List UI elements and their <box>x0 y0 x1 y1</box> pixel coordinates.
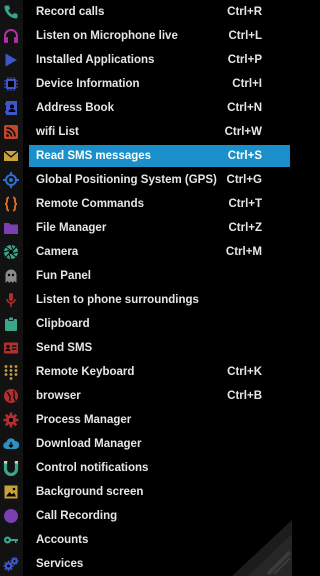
contact-card-icon <box>3 340 19 356</box>
menu-item-background-screen[interactable]: Background screen <box>0 480 292 504</box>
menu-item-shortcut: Ctrl+L <box>228 30 262 42</box>
menu-item-shortcut: Ctrl+N <box>227 102 262 114</box>
menu-item-label: Call Recording <box>36 510 118 522</box>
rss-icon <box>3 124 19 140</box>
menu-item-send-sms[interactable]: Send SMS <box>0 336 292 360</box>
chip-icon <box>3 76 19 92</box>
menu-item-listen-surroundings[interactable]: Listen to phone surroundings <box>0 288 292 312</box>
menu-item-label: Device Information <box>36 78 140 90</box>
menu-item-clipboard[interactable]: Clipboard <box>0 312 292 336</box>
key-icon <box>3 532 19 548</box>
menu-item-address-book[interactable]: Address Book Ctrl+N <box>0 96 292 120</box>
menu-item-file-manager[interactable]: File Manager Ctrl+Z <box>0 216 292 240</box>
circle-icon <box>3 508 19 524</box>
menu-item-fun-panel[interactable]: Fun Panel <box>0 264 292 288</box>
menu-item-control-notifications[interactable]: Control notifications <box>0 456 292 480</box>
headphones-icon <box>3 28 19 44</box>
menu-item-label: Camera <box>36 246 79 258</box>
menu-item-shortcut: Ctrl+K <box>227 366 262 378</box>
context-menu: Record calls Ctrl+R Listen on Microphone… <box>0 0 292 576</box>
menu-item-label: Listen on Microphone live <box>36 30 178 42</box>
menu-item-label: Process Manager <box>36 414 132 426</box>
menu-item-label: File Manager <box>36 222 107 234</box>
menu-item-label: Fun Panel <box>36 270 91 282</box>
menu-item-camera[interactable]: Camera Ctrl+M <box>0 240 292 264</box>
envelope-icon <box>3 148 19 164</box>
menu-item-gps[interactable]: Global Positioning System (GPS) Ctrl+G <box>0 168 292 192</box>
menu-item-shortcut: Ctrl+B <box>227 390 262 402</box>
gear-icon <box>3 412 19 428</box>
menu-item-read-sms[interactable]: Read SMS messages Ctrl+S <box>0 144 292 168</box>
menu-item-installed-applications[interactable]: Installed Applications Ctrl+P <box>0 48 292 72</box>
menu-item-label: Read SMS messages <box>36 150 152 162</box>
menu-item-label: Listen to phone surroundings <box>36 294 199 306</box>
cloud-download-icon <box>3 436 19 452</box>
ghost-icon <box>3 268 19 284</box>
menu-item-label: Control notifications <box>36 462 149 474</box>
menu-item-shortcut: Ctrl+T <box>228 198 262 210</box>
magnet-icon <box>3 460 19 476</box>
aperture-icon <box>3 244 19 260</box>
menu-item-label: Send SMS <box>36 342 93 354</box>
corner-watermark <box>222 516 292 576</box>
clipboard-icon <box>3 316 19 332</box>
menu-item-label: Record calls <box>36 6 105 18</box>
image-icon <box>3 484 19 500</box>
menu-item-listen-microphone[interactable]: Listen on Microphone live Ctrl+L <box>0 24 292 48</box>
globe-icon <box>3 388 19 404</box>
menu-item-label: Clipboard <box>36 318 90 330</box>
menu-item-shortcut: Ctrl+M <box>225 246 262 258</box>
microphone-icon <box>3 292 19 308</box>
menu-item-shortcut: Ctrl+I <box>232 78 262 90</box>
menu-item-shortcut: Ctrl+S <box>227 150 262 162</box>
menu-item-process-manager[interactable]: Process Manager <box>0 408 292 432</box>
menu-item-shortcut: Ctrl+G <box>226 174 262 186</box>
folder-icon <box>3 220 19 236</box>
menu-item-shortcut: Ctrl+P <box>227 54 262 66</box>
menu-item-label: Remote Keyboard <box>36 366 135 378</box>
menu-item-shortcut: Ctrl+W <box>224 126 262 138</box>
menu-item-shortcut: Ctrl+Z <box>228 222 262 234</box>
menu-item-label: Global Positioning System (GPS) <box>36 174 217 186</box>
menu-item-remote-keyboard[interactable]: Remote Keyboard Ctrl+K <box>0 360 292 384</box>
menu-item-label: Address Book <box>36 102 114 114</box>
menu-item-label: browser <box>36 390 81 402</box>
menu-item-label: Accounts <box>36 534 89 546</box>
crosshair-icon <box>3 172 19 188</box>
menu-item-wifi-list[interactable]: wifi List Ctrl+W <box>0 120 292 144</box>
play-store-icon <box>3 52 19 68</box>
code-braces-icon <box>3 196 19 212</box>
menu-item-browser[interactable]: browser Ctrl+B <box>0 384 292 408</box>
menu-item-remote-commands[interactable]: Remote Commands Ctrl+T <box>0 192 292 216</box>
menu-item-label: Background screen <box>36 486 144 498</box>
menu-item-label: Installed Applications <box>36 54 155 66</box>
keypad-icon <box>3 364 19 380</box>
menu-item-label: wifi List <box>36 126 79 138</box>
menu-item-label: Services <box>36 558 84 570</box>
phone-icon <box>3 4 19 20</box>
menu-item-device-information[interactable]: Device Information Ctrl+I <box>0 72 292 96</box>
menu-item-record-calls[interactable]: Record calls Ctrl+R <box>0 0 292 24</box>
menu-item-download-manager[interactable]: Download Manager <box>0 432 292 456</box>
gears-icon <box>3 556 19 572</box>
menu-item-shortcut: Ctrl+R <box>227 6 262 18</box>
menu-item-label: Remote Commands <box>36 198 144 210</box>
menu-item-label: Download Manager <box>36 438 142 450</box>
contact-book-icon <box>3 100 19 116</box>
